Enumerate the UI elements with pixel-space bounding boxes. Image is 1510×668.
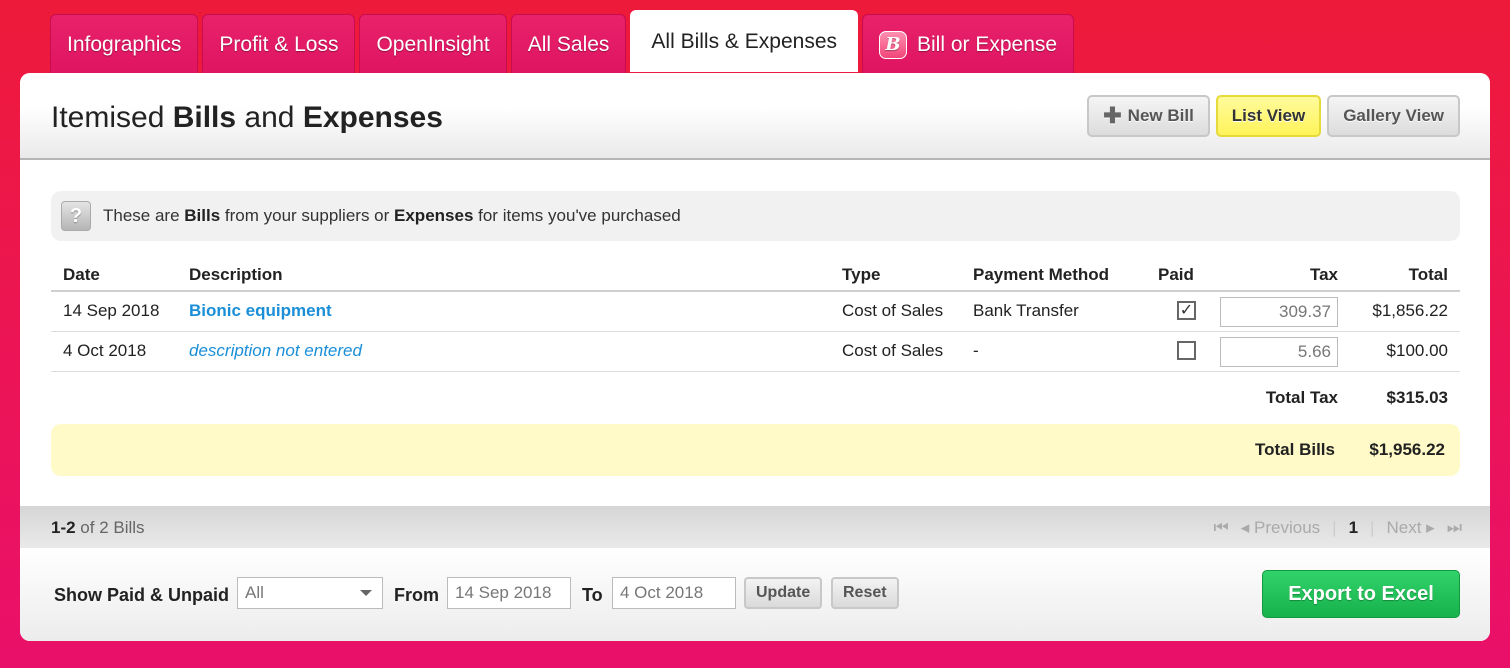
- cell-type: Cost of Sales: [842, 341, 944, 360]
- new-bill-button[interactable]: ✚ New Bill: [1087, 95, 1210, 137]
- current-page[interactable]: 1: [1349, 518, 1358, 538]
- pager-separator: |: [1332, 518, 1337, 537]
- info-text: These are Bills from your suppliers or E…: [103, 206, 681, 226]
- title-text: Itemised: [51, 101, 173, 134]
- col-description[interactable]: Description: [189, 261, 283, 289]
- cell-type: Cost of Sales: [842, 301, 944, 320]
- tab-label: All Bills & Expenses: [651, 29, 837, 53]
- tax-input[interactable]: [1220, 337, 1338, 367]
- total-tax-row: Total Tax $315.03: [51, 372, 1460, 424]
- tab-bar: Infographics Profit & Loss OpenInsight A…: [50, 10, 1075, 74]
- card-header: Itemised Bills and Expenses ✚ New Bill Li…: [20, 73, 1490, 160]
- title-text: and: [236, 101, 303, 134]
- list-view-button[interactable]: List View: [1215, 95, 1322, 137]
- bill-b-icon: B: [879, 30, 907, 59]
- record-range: 1-2: [51, 518, 76, 537]
- from-date-input[interactable]: [447, 577, 571, 609]
- info-fragment: from your suppliers or: [220, 206, 395, 225]
- bills-table: Date Description Type Payment Method Pai…: [51, 261, 1460, 424]
- tab-label: All Sales: [527, 32, 610, 56]
- last-page-icon[interactable]: ⏭: [1447, 518, 1462, 538]
- bill-description-link[interactable]: Bionic equipment: [189, 292, 332, 330]
- tab-label: Bill or Expense: [917, 32, 1058, 56]
- bill-description-link[interactable]: description not entered: [189, 332, 362, 370]
- cell-total: $100.00: [1386, 341, 1448, 360]
- cell-payment-method: Bank Transfer: [973, 301, 1079, 320]
- record-total: of 2 Bills: [75, 518, 145, 537]
- total-bills-row: Total Bills $1,956.22: [51, 424, 1460, 476]
- record-count: 1-2 of 2 Bills: [51, 518, 145, 538]
- info-bold: Bills: [184, 206, 221, 225]
- total-tax-value: $315.03: [1386, 388, 1448, 407]
- show-filter-label: Show Paid & Unpaid: [54, 585, 230, 605]
- pager-nav: ⏮ ◂ Previous | 1 | Next ▸ ⏭: [1213, 518, 1462, 538]
- previous-page-link[interactable]: ◂ Previous: [1241, 518, 1320, 538]
- cell-total: $1,856.22: [1372, 301, 1448, 320]
- col-tax[interactable]: Tax: [1310, 261, 1338, 289]
- export-to-excel-button[interactable]: Export to Excel: [1262, 570, 1460, 618]
- tab-bill-or-expense[interactable]: B Bill or Expense: [862, 14, 1075, 74]
- filter-footer: Show Paid & Unpaid All From To Update Re…: [20, 548, 1490, 641]
- col-total[interactable]: Total: [1409, 261, 1448, 289]
- info-fragment: for items you've purchased: [473, 206, 681, 225]
- page-title: Itemised Bills and Expenses: [51, 101, 443, 135]
- tab-label: Profit & Loss: [219, 32, 339, 56]
- info-fragment: These are: [103, 206, 185, 225]
- to-date-input[interactable]: [612, 577, 736, 609]
- chevron-down-icon: [360, 590, 372, 596]
- info-bold: Expenses: [394, 206, 474, 225]
- help-question-icon[interactable]: ?: [61, 201, 91, 231]
- tab-profit-loss[interactable]: Profit & Loss: [202, 14, 356, 74]
- info-banner: ? These are Bills from your suppliers or…: [51, 191, 1460, 241]
- paid-checkbox[interactable]: ✓: [1177, 301, 1196, 320]
- button-label: Gallery View: [1343, 106, 1444, 125]
- tab-label: OpenInsight: [376, 32, 490, 56]
- pagination-bar: 1-2 of 2 Bills ⏮ ◂ Previous | 1 | Next ▸…: [20, 506, 1490, 548]
- view-buttons: ✚ New Bill List View Gallery View: [1087, 95, 1460, 137]
- tab-infographics[interactable]: Infographics: [50, 14, 199, 74]
- tab-openinsight[interactable]: OpenInsight: [359, 14, 507, 74]
- col-type[interactable]: Type: [842, 261, 880, 289]
- total-tax-label: Total Tax: [1265, 388, 1338, 407]
- button-label: List View: [1231, 106, 1306, 125]
- tax-input[interactable]: [1220, 297, 1338, 327]
- select-value: All: [245, 583, 264, 602]
- table-row: 4 Oct 2018 description not entered Cost …: [51, 332, 1460, 372]
- table-row: 14 Sep 2018 Bionic equipment Cost of Sal…: [51, 292, 1460, 332]
- paid-checkbox[interactable]: [1177, 341, 1196, 360]
- pager-separator: |: [1370, 518, 1375, 537]
- first-page-icon[interactable]: ⏮: [1213, 518, 1228, 538]
- reset-button[interactable]: Reset: [831, 577, 899, 609]
- col-paid[interactable]: Paid: [1158, 261, 1194, 289]
- tab-all-bills-expenses[interactable]: All Bills & Expenses: [630, 10, 858, 72]
- tab-label: Infographics: [67, 32, 182, 56]
- title-bold: Bills: [172, 101, 237, 134]
- total-bills-label: Total Bills: [1255, 440, 1335, 459]
- from-label: From: [394, 585, 439, 605]
- col-payment-method[interactable]: Payment Method: [973, 261, 1109, 289]
- cell-payment-method: -: [973, 341, 979, 360]
- paid-status-select[interactable]: All: [237, 577, 383, 609]
- gallery-view-button[interactable]: Gallery View: [1327, 95, 1460, 137]
- tab-all-sales[interactable]: All Sales: [510, 14, 627, 74]
- plus-icon: ✚: [1103, 103, 1122, 128]
- next-page-link[interactable]: Next ▸: [1386, 518, 1434, 538]
- main-card: Itemised Bills and Expenses ✚ New Bill Li…: [20, 73, 1490, 641]
- to-label: To: [582, 585, 603, 605]
- cell-date: 4 Oct 2018: [63, 341, 147, 360]
- col-date[interactable]: Date: [63, 261, 100, 289]
- cell-date: 14 Sep 2018: [63, 301, 160, 320]
- title-bold: Expenses: [302, 101, 443, 134]
- update-button[interactable]: Update: [744, 577, 823, 609]
- total-bills-value: $1,956.22: [1369, 440, 1445, 459]
- table-header: Date Description Type Payment Method Pai…: [51, 261, 1460, 292]
- button-label: New Bill: [1127, 106, 1194, 125]
